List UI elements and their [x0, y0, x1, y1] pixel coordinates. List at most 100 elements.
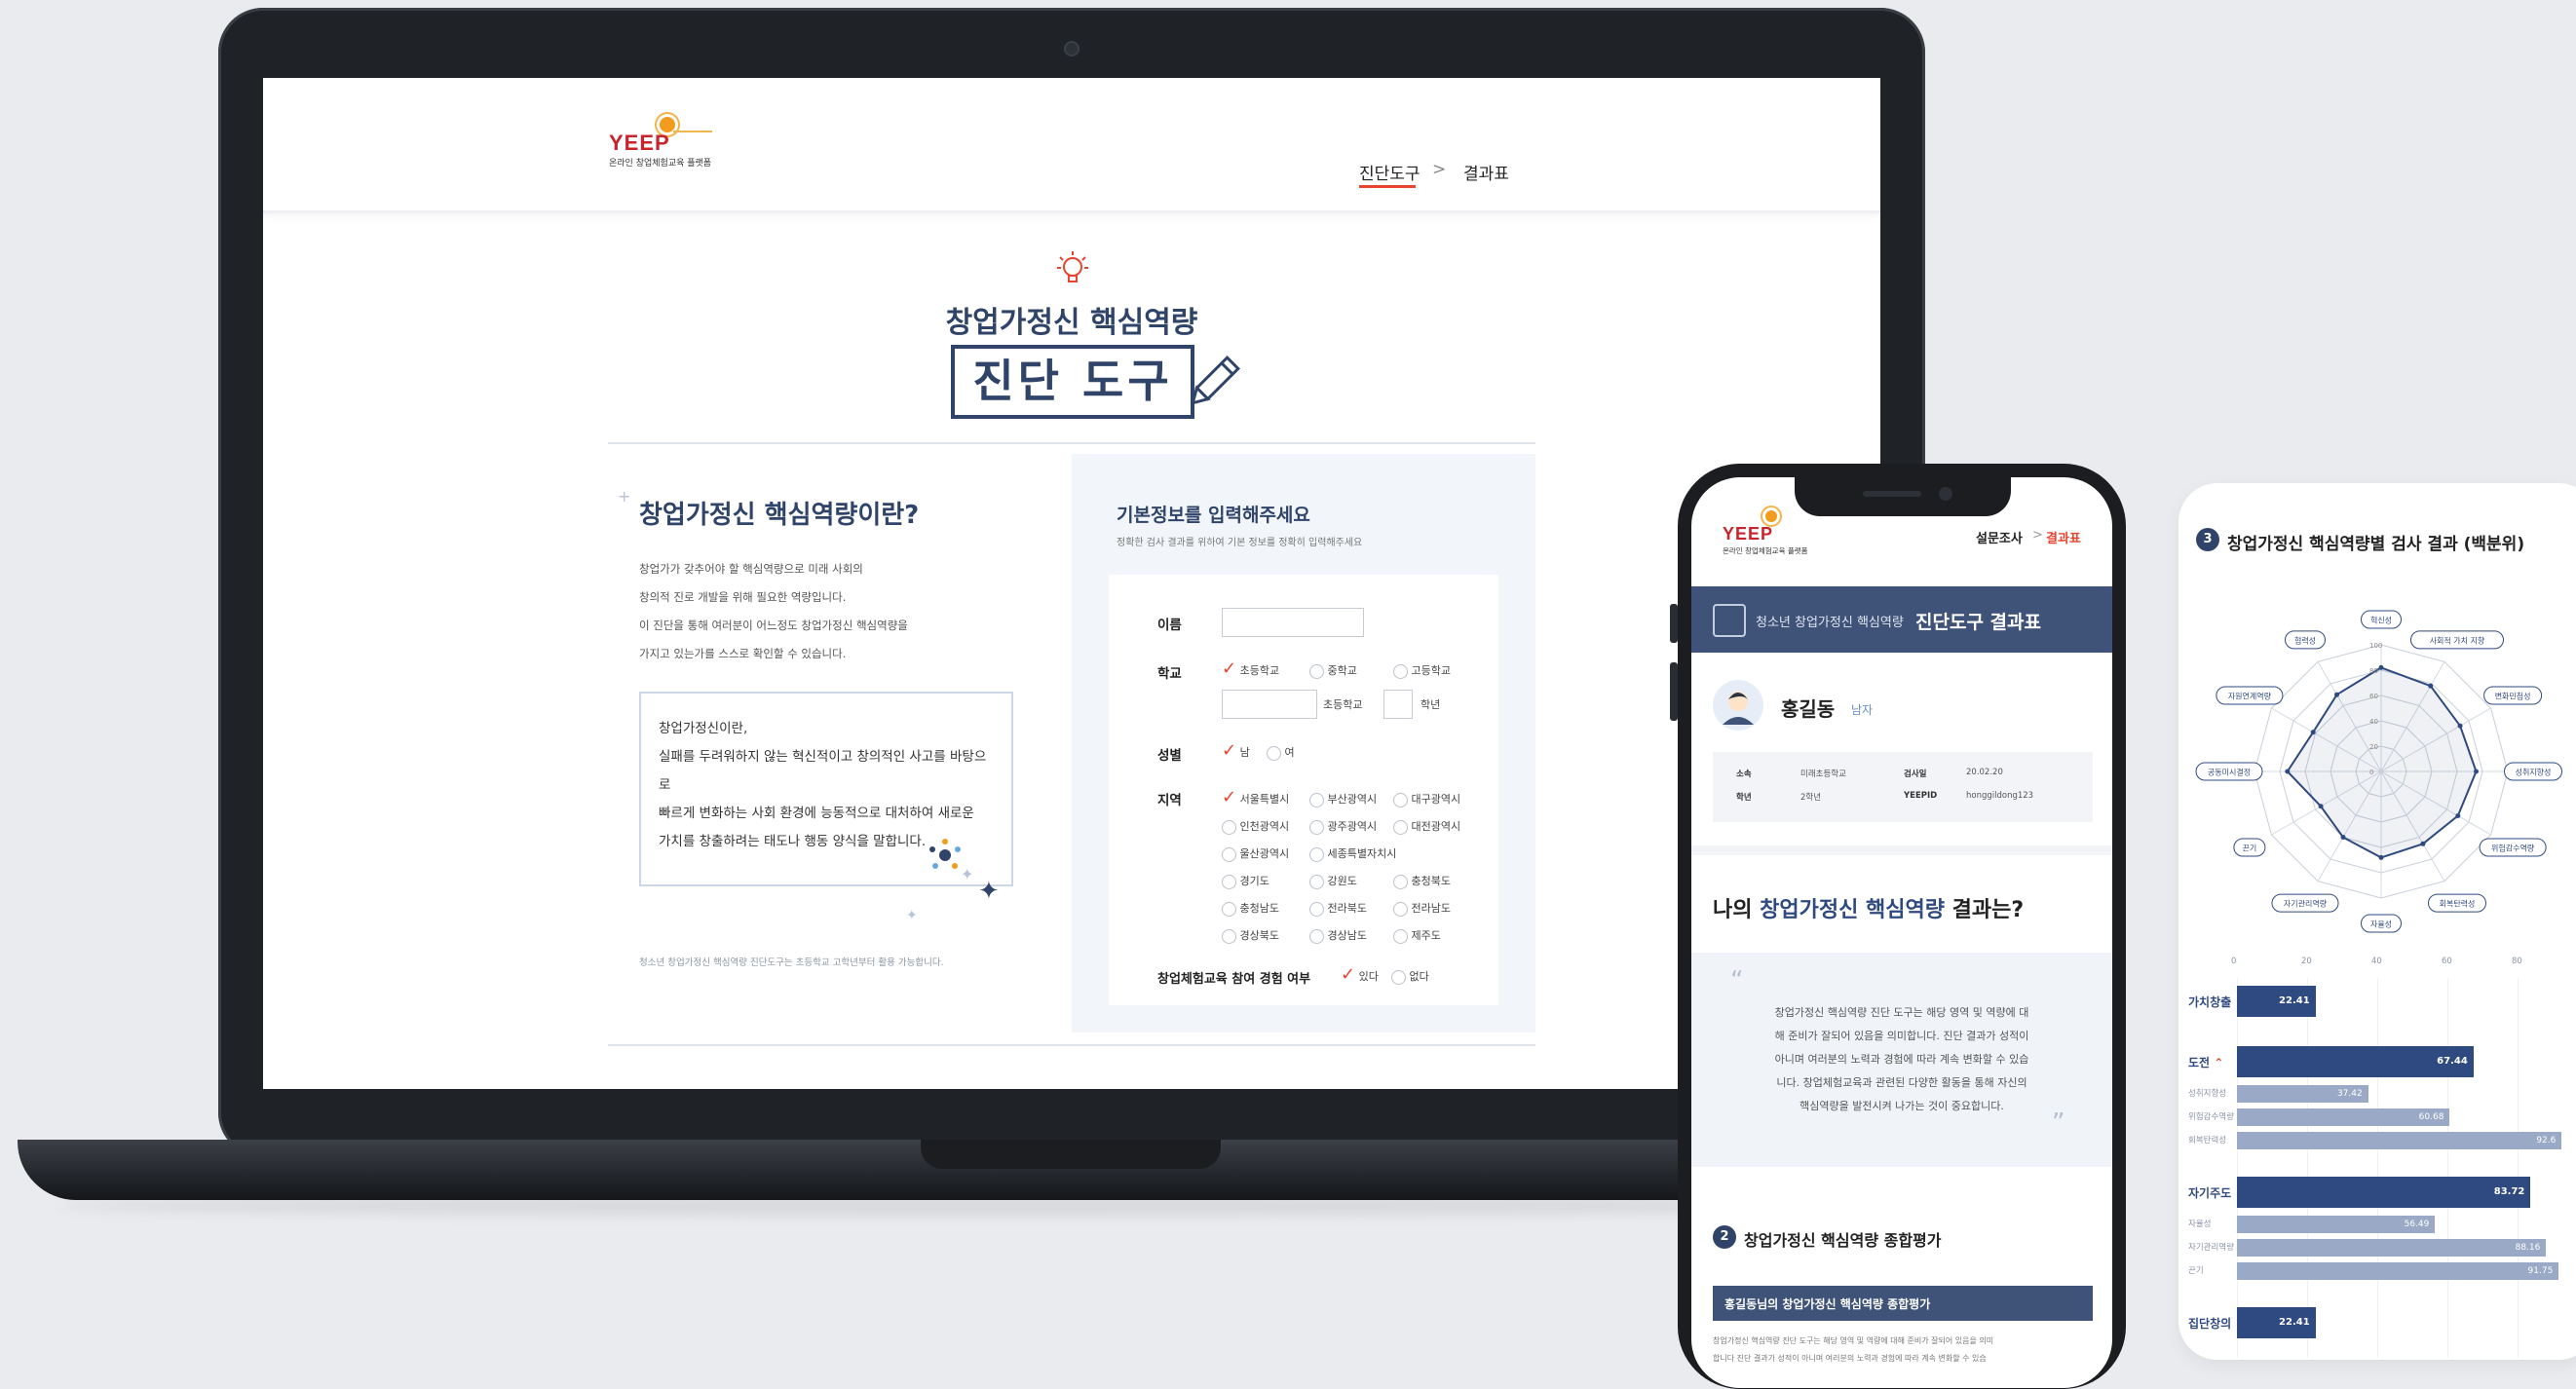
axis-tick: 20 — [2301, 957, 2312, 966]
region-gyeongbuk[interactable]: 경상북도 — [1222, 927, 1279, 944]
laptop-opening-notch — [921, 1140, 1221, 1169]
radar-point — [2285, 769, 2291, 774]
radio-icon — [1309, 663, 1324, 679]
phone-side-button — [1670, 604, 1678, 643]
radar-label: 성취지향성 — [2504, 762, 2562, 781]
radar-tick: 80 — [2369, 667, 2378, 675]
star-small-icon: ✦ — [961, 865, 974, 883]
region-gyeonggi[interactable]: 경기도 — [1222, 873, 1269, 889]
result-quote: “ 창업가정신 핵심역량 진단 도구는 해당 영역 및 역량에 대 해 준비가 … — [1691, 953, 2112, 1167]
summary-text: 창업가정신 핵심역량 진단 도구는 해당 영역 및 역량에 대해 준비가 잘되어… — [1713, 1336, 1994, 1363]
info-form-panel: 기본정보를 입력해주세요 정확한 검사 결과를 위하여 기본 정보를 정확히 입… — [1072, 454, 1535, 1032]
axis-tick: 0 — [2231, 957, 2237, 966]
region-busan[interactable]: 부산광역시 — [1309, 791, 1377, 807]
bar-sub: 37.42 — [2237, 1085, 2368, 1103]
banner-title: 진단도구 결과표 — [1915, 612, 2041, 633]
checkmark-icon: ✓ — [1222, 658, 1237, 679]
group-label[interactable]: 도전 ⌃ — [2188, 1054, 2223, 1070]
sub-label: 끈기 — [2188, 1266, 2204, 1276]
gender-option-female[interactable]: 여 — [1267, 744, 1295, 761]
user-gender: 남자 — [1851, 703, 1874, 717]
school-option-middle[interactable]: 중학교 — [1309, 662, 1357, 679]
radio-icon — [1309, 928, 1324, 944]
breadcrumb-results[interactable]: 결과표 — [2046, 528, 2081, 546]
bar-sub: 56.49 — [2237, 1216, 2436, 1233]
svg-text:회복탄력성: 회복탄력성 — [2440, 899, 2476, 909]
nav-results[interactable]: 결과표 — [1463, 160, 1509, 184]
bar-sub: 92.6 — [2237, 1132, 2562, 1149]
radar-point — [2378, 664, 2384, 670]
school-name-input[interactable] — [1222, 690, 1317, 719]
sub-label: 자기관리역량 — [2188, 1243, 2234, 1253]
bar-chart: 020406080100가치창출 ⌄22.41도전 ⌃67.44성취지향성37.… — [2178, 957, 2576, 1360]
bar-group: 83.72 — [2237, 1177, 2531, 1208]
radar-tick: 40 — [2369, 718, 2378, 726]
bar-sub: 60.68 — [2237, 1108, 2450, 1126]
school-option-high[interactable]: 고등학교 — [1393, 662, 1451, 679]
radio-icon — [1393, 874, 1408, 889]
region-chungnam[interactable]: 충청남도 — [1222, 900, 1279, 917]
user-name: 홍길동 — [1781, 697, 1836, 721]
summary-bar: 홍길동님의 창업가정신 핵심역량 종합평가 — [1713, 1286, 2093, 1321]
result-heading: 나의 창업가정신 핵심역량 결과는? — [1713, 898, 2025, 922]
logo-subtitle: 온라인 창업체험교육 플랫폼 — [609, 159, 712, 169]
quote-close-icon: ” — [2052, 1108, 2065, 1138]
region-jeonnam[interactable]: 전라남도 — [1393, 900, 1451, 917]
region-seoul[interactable]: ✓ 서울특별시 — [1222, 787, 1289, 807]
region-gangwon[interactable]: 강원도 — [1309, 873, 1357, 889]
nav-diagnosis[interactable]: 진단도구 — [1359, 160, 1421, 184]
region-ulsan[interactable]: 울산광역시 — [1222, 845, 1289, 862]
checkmark-icon: ✓ — [1222, 740, 1237, 761]
region-jeonbuk[interactable]: 전라북도 — [1309, 900, 1367, 917]
svg-text:자율성: 자율성 — [2370, 920, 2392, 929]
form-subheading: 정확한 검사 결과를 위하여 기본 정보를 정확히 입력해주세요 — [1117, 538, 1363, 548]
svg-text:위험감수역량: 위험감수역량 — [2491, 844, 2535, 853]
gender-option-male[interactable]: ✓ 남 — [1222, 740, 1250, 761]
radar-label: 자율성 — [2361, 914, 2402, 933]
radar-label: 자기관리역량 — [2271, 893, 2339, 913]
radar-point — [2428, 683, 2434, 689]
svg-text:끈기: 끈기 — [2243, 845, 2257, 853]
radio-icon — [1309, 819, 1324, 835]
region-sejong[interactable]: 세종특별자치시 — [1309, 845, 1396, 862]
region-gwangju[interactable]: 광주광역시 — [1309, 818, 1377, 835]
grid-line — [2518, 978, 2519, 1358]
radar-point — [2310, 730, 2316, 735]
phone-logo[interactable]: YEEP 온라인 창업체험교육 플랫폼 — [1723, 510, 1839, 569]
radar-label: 자원연계역량 — [2216, 686, 2284, 705]
region-incheon[interactable]: 인천광역시 — [1222, 818, 1289, 835]
experience-no[interactable]: 없다 — [1391, 968, 1429, 985]
sub-label: 성취지향성 — [2188, 1089, 2227, 1099]
region-daejeon[interactable]: 대전광역시 — [1393, 818, 1460, 835]
region-gyeongnam[interactable]: 경상남도 — [1309, 927, 1367, 944]
region-daegu[interactable]: 대구광역시 — [1393, 791, 1460, 807]
radio-icon — [1222, 901, 1236, 917]
radar-point — [2318, 804, 2324, 809]
logo[interactable]: YEEP 온라인 창업체험교육 플랫폼 — [609, 117, 726, 175]
experience-yes[interactable]: ✓ 있다 — [1341, 964, 1379, 985]
chevron-icon: ⌃ — [2214, 1056, 2224, 1070]
result-banner: 청소년 창업가정신 핵심역량 진단도구 결과표 — [1691, 586, 2112, 653]
bar-sub: 88.16 — [2237, 1239, 2547, 1257]
axis-tick: 40 — [2371, 957, 2382, 966]
grade-input[interactable] — [1383, 690, 1413, 719]
radio-icon — [1222, 928, 1236, 944]
region-chungbuk[interactable]: 충청북도 — [1393, 873, 1451, 889]
breadcrumb-survey[interactable]: 설문조사 — [1976, 528, 2023, 546]
radio-icon — [1309, 874, 1324, 889]
speaker-icon — [1863, 491, 1921, 497]
region-jeju[interactable]: 제주도 — [1393, 927, 1441, 944]
svg-text:공동미시결정: 공동미시결정 — [2208, 768, 2251, 777]
divider — [608, 442, 1535, 444]
laptop-screen: YEEP 온라인 창업체험교육 플랫폼 진단도구 > 결과표 창업가정신 핵심역… — [263, 78, 1880, 1089]
bar-group: 67.44 — [2237, 1046, 2474, 1077]
sub-label: 회복탄력성 — [2188, 1136, 2227, 1145]
avatar — [1713, 680, 1763, 731]
radar-label: 혁신성 — [2361, 610, 2402, 629]
axis-tick: 80 — [2512, 957, 2522, 966]
radar-point — [2378, 854, 2384, 860]
name-input[interactable] — [1222, 608, 1364, 637]
banner-subtitle: 청소년 창업가정신 핵심역량 — [1756, 616, 1904, 630]
school-option-elementary[interactable]: ✓ 초등학교 — [1222, 658, 1279, 679]
phone-notch — [1795, 475, 2011, 516]
